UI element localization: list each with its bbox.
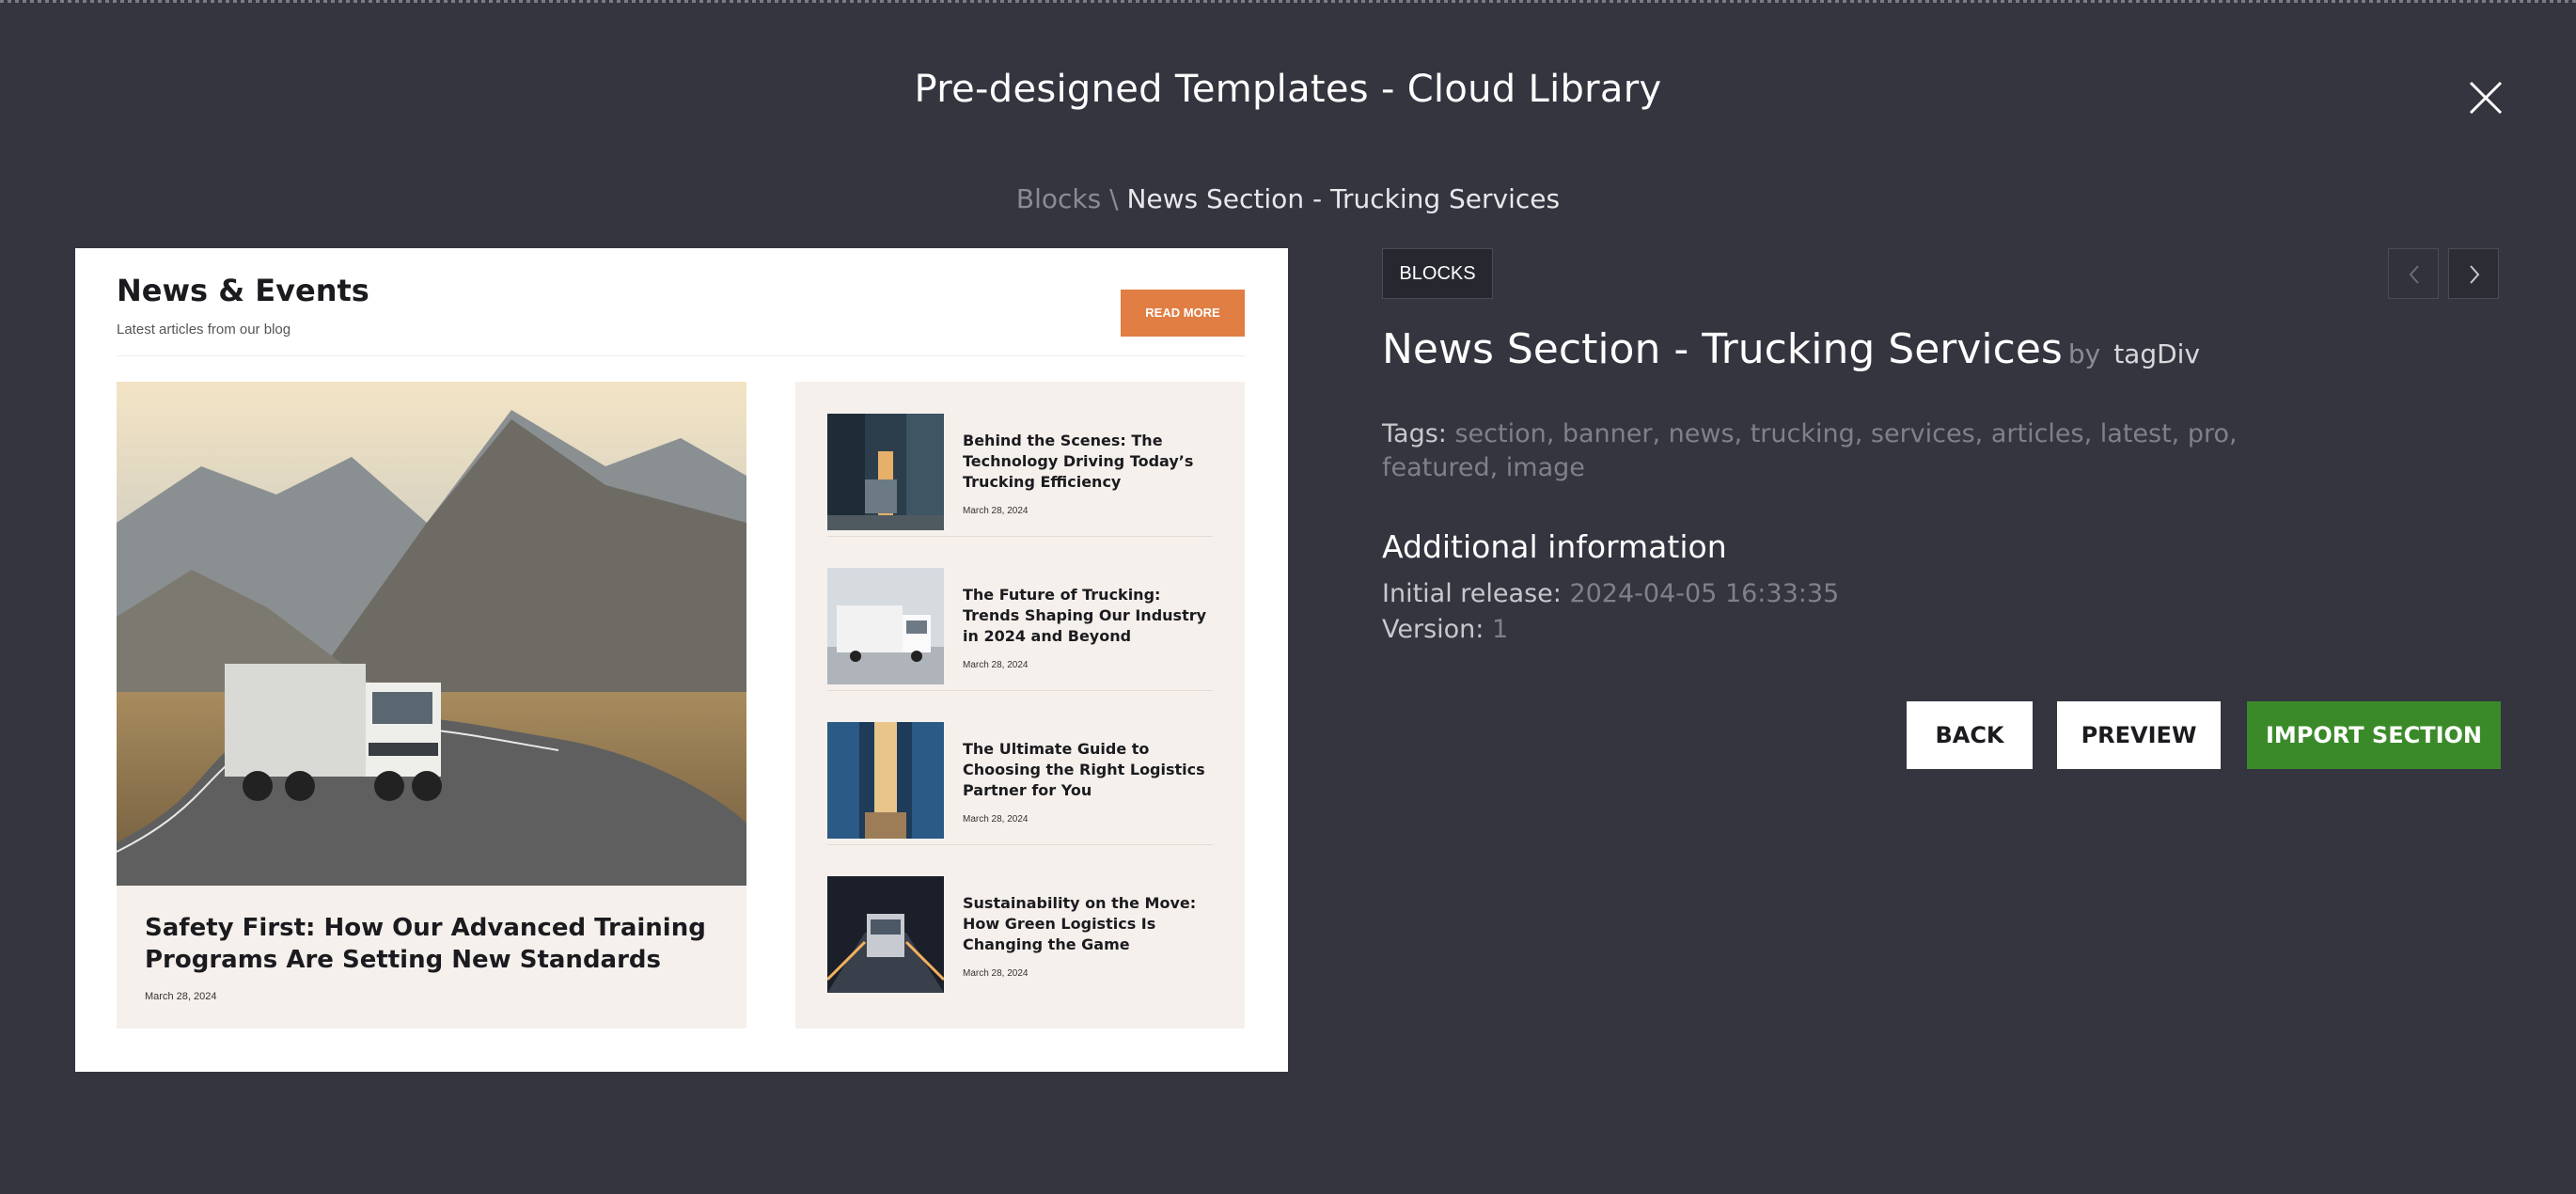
article-list: Behind the Scenes: The Technology Drivin… [795, 382, 1245, 1029]
import-section-button[interactable]: IMPORT SECTION [2247, 701, 2501, 769]
release-row: Initial release: 2024-04-05 16:33:35 [1382, 579, 1839, 608]
additional-info-heading: Additional information [1382, 528, 1727, 565]
chevron-left-icon [2409, 265, 2419, 284]
article-title: The Future of Trucking: Trends Shaping O… [963, 586, 1207, 645]
category-badge[interactable]: BLOCKS [1382, 248, 1493, 299]
preview-heading: News & Events [117, 273, 369, 308]
close-button[interactable] [2467, 79, 2505, 117]
breadcrumb: Blocks \ News Section - Trucking Service… [0, 183, 2576, 214]
tags-value: section, banner, news, trucking, service… [1382, 419, 2238, 482]
template-preview: News & Events Latest articles from our b… [75, 248, 1288, 1072]
list-item: Behind the Scenes: The Technology Drivin… [827, 382, 1213, 537]
article-thumbnail [827, 568, 944, 684]
template-title: News Section - Trucking Services by tagDi… [1382, 325, 2200, 373]
article-date: March 28, 2024 [963, 968, 1029, 979]
article-thumbnail [827, 722, 944, 839]
list-item: Sustainability on the Move: How Green Lo… [827, 844, 1213, 998]
author-name: tagDiv [2113, 338, 2201, 369]
breadcrumb-separator: \ [1109, 183, 1119, 214]
preview-divider [117, 355, 1245, 356]
article-thumbnail [827, 414, 944, 530]
preview-read-more-button: READ MORE [1121, 290, 1245, 337]
modal-title: Pre-designed Templates - Cloud Library [914, 68, 1662, 111]
preview-button[interactable]: PREVIEW [2057, 701, 2221, 769]
list-item: The Future of Trucking: Trends Shaping O… [827, 536, 1213, 691]
featured-image [117, 382, 746, 886]
list-item: The Ultimate Guide to Choosing the Right… [827, 690, 1213, 845]
next-template-button[interactable] [2448, 248, 2499, 299]
article-thumbnail [827, 876, 944, 993]
by-label: by [2067, 338, 2101, 369]
article-title: Behind the Scenes: The Technology Drivin… [963, 432, 1194, 491]
back-button[interactable]: BACK [1907, 701, 2033, 769]
breadcrumb-current: News Section - Trucking Services [1126, 183, 1561, 214]
article-date: March 28, 2024 [963, 814, 1029, 825]
article-date: March 28, 2024 [963, 506, 1029, 516]
template-name: News Section - Trucking Services [1382, 325, 2063, 373]
previous-template-button[interactable] [2388, 248, 2439, 299]
featured-title: Safety First: How Our Advanced Training … [145, 914, 706, 974]
release-value: 2024-04-05 16:33:35 [1569, 579, 1840, 608]
breadcrumb-root[interactable]: Blocks [1016, 183, 1101, 214]
article-title: The Ultimate Guide to Choosing the Right… [963, 740, 1205, 799]
chevron-right-icon [2470, 265, 2480, 284]
featured-date: March 28, 2024 [145, 991, 217, 1002]
article-date: March 28, 2024 [963, 660, 1029, 670]
release-label: Initial release: [1382, 579, 1562, 608]
close-icon [2469, 81, 2503, 115]
preview-subheading: Latest articles from our blog [117, 322, 291, 338]
top-border [0, 0, 2576, 3]
tags: Tags: section, banner, news, trucking, s… [1382, 417, 2285, 485]
tags-label: Tags: [1382, 419, 1447, 448]
article-title: Sustainability on the Move: How Green Lo… [963, 894, 1197, 953]
version-row: Version: 1 [1382, 615, 1508, 644]
featured-article: Safety First: How Our Advanced Training … [117, 382, 746, 1029]
version-label: Version: [1382, 615, 1484, 644]
version-value: 1 [1491, 615, 1509, 644]
